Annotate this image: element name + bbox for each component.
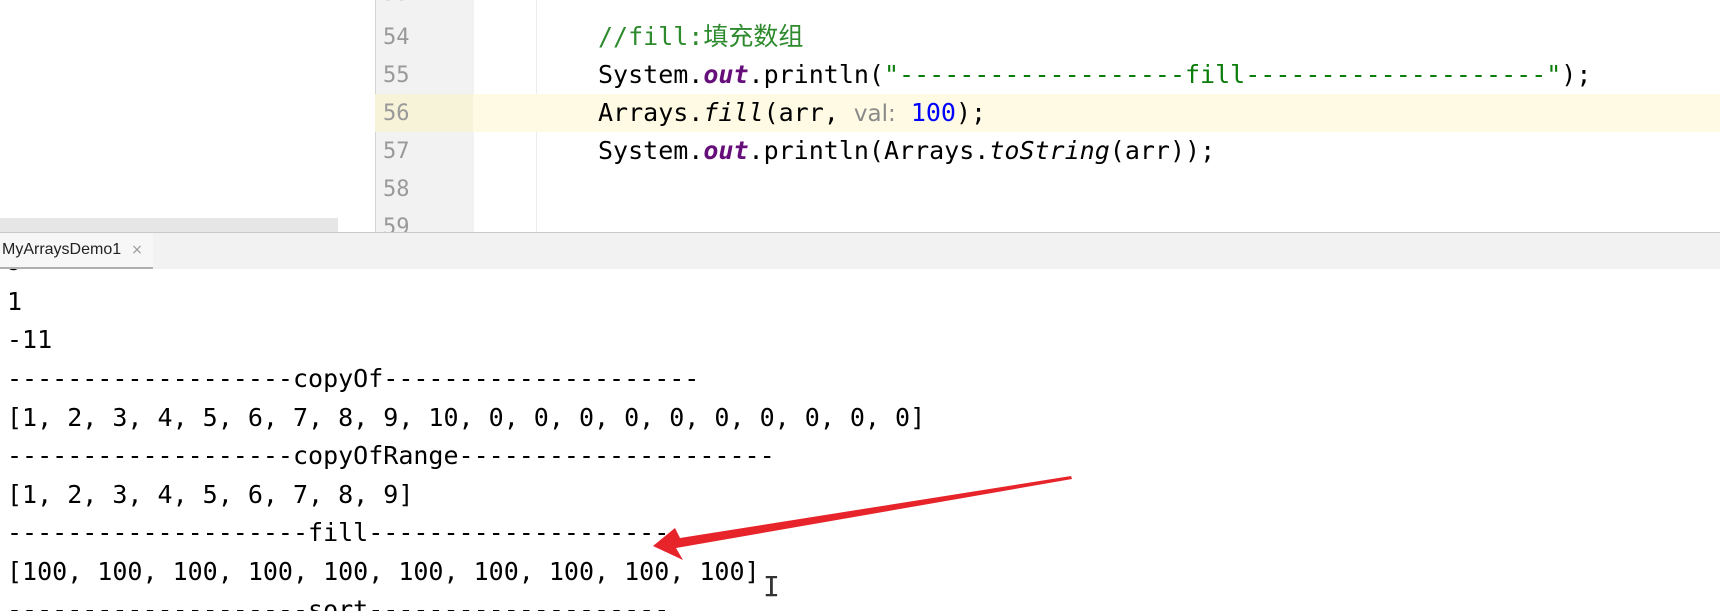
code-editor[interactable]: 55 54 //fill:填充数组 55 System.out.println(…: [0, 0, 1720, 232]
line-number: 55: [383, 0, 410, 6]
line-number: 54: [383, 25, 410, 50]
line-number: 57: [383, 139, 410, 164]
code-line[interactable]: 55 System.out.println("-----------------…: [375, 56, 1720, 94]
run-console[interactable]: 9 1 -11 -------------------copyOf-------…: [0, 269, 1720, 611]
console-line: -------------------copyOfRange----------…: [7, 441, 775, 470]
run-tool-window-tabs: MyArraysDemo1 ×: [0, 232, 1720, 270]
code-line-current[interactable]: 56 Arrays.fill(arr, val: 100);: [375, 94, 1720, 132]
field-token: out: [703, 136, 749, 165]
field-token: out: [703, 60, 749, 89]
code-comment: //fill:填充数组: [598, 22, 804, 51]
string-literal: "-------------------fill----------------…: [883, 60, 1562, 89]
project-panel-scroll-strip: [0, 218, 338, 232]
line-number: 59: [383, 215, 410, 232]
line-number: 55: [383, 63, 410, 88]
code-line[interactable]: 54 //fill:填充数组: [375, 18, 1720, 56]
code-line[interactable]: 55: [375, 0, 1720, 12]
code-statement: Arrays.fill(arr, val: 100);: [598, 98, 987, 127]
console-line: [100, 100, 100, 100, 100, 100, 100, 100,…: [7, 557, 760, 586]
console-line: [1, 2, 3, 4, 5, 6, 7, 8, 9]: [7, 480, 414, 509]
console-line: -------------------copyOf---------------…: [7, 364, 700, 393]
tab-label: MyArraysDemo1: [2, 241, 122, 258]
code-line[interactable]: 57 System.out.println(Arrays.toString(ar…: [375, 132, 1720, 170]
text-cursor-icon: I: [763, 570, 780, 603]
line-number: 58: [383, 177, 410, 202]
method-token: fill: [703, 98, 764, 127]
console-line: [1, 2, 3, 4, 5, 6, 7, 8, 9, 10, 0, 0, 0,…: [7, 403, 926, 432]
number-literal: 100: [910, 98, 956, 127]
code-line[interactable]: 58: [375, 170, 1720, 208]
code-statement: System.out.println("-------------------f…: [598, 60, 1592, 89]
parameter-hint: val:: [853, 101, 896, 127]
close-icon[interactable]: ×: [131, 242, 143, 258]
console-line: 1: [7, 287, 23, 316]
console-line: --------------------sort----------------…: [7, 595, 670, 611]
console-line: 9: [7, 269, 22, 277]
method-token: toString: [989, 136, 1110, 165]
console-line: --------------------fill----------------…: [7, 518, 670, 547]
tab-myarraysdemo1[interactable]: MyArraysDemo1 ×: [0, 233, 153, 270]
console-line: -11: [7, 325, 53, 354]
project-panel: [0, 0, 375, 232]
line-number: 56: [383, 101, 410, 126]
code-statement: System.out.println(Arrays.toString(arr))…: [598, 136, 1216, 165]
code-line[interactable]: 59: [375, 208, 1720, 232]
